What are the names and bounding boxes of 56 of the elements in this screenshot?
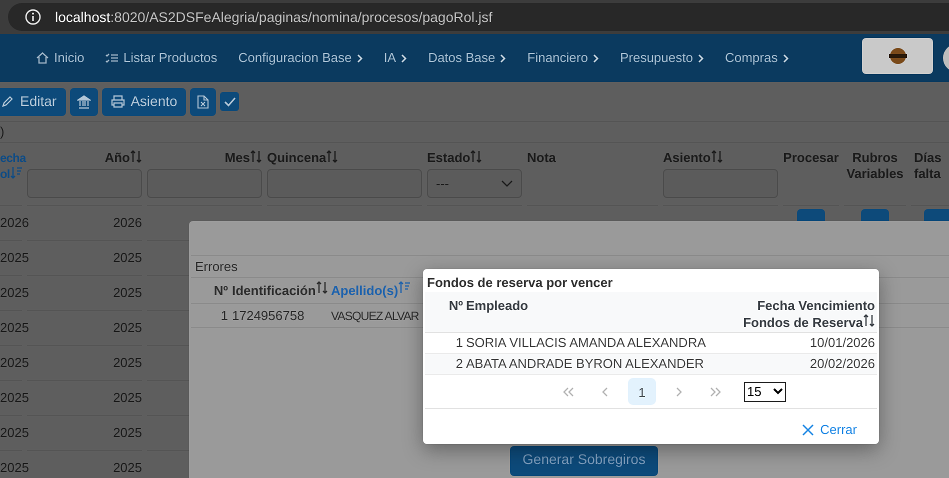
table-cell-text: 2025	[0, 389, 29, 408]
column-header[interactable]: Nota	[527, 150, 556, 166]
column-header[interactable]: Empleado	[466, 297, 686, 332]
table-cell-text: VASQUEZ ALVAR	[331, 308, 419, 324]
column-header[interactable]: Quincena	[267, 150, 338, 166]
table-cell-text: 1	[454, 334, 463, 352]
column-header[interactable]: Asiento	[663, 150, 723, 166]
column-header[interactable]: Estado	[427, 150, 482, 166]
close-button[interactable]: Cerrar	[800, 420, 859, 440]
toolbar-button[interactable]: Editar	[0, 88, 66, 116]
nav-link[interactable]: Compras	[724, 48, 789, 68]
table-cell-text: 2025	[113, 354, 142, 372]
column-header[interactable]: Fecha Vencimiento Fondos de Reserva	[689, 297, 875, 332]
table-cell-text: 2025	[0, 424, 29, 442]
page-button[interactable]: 1	[628, 378, 656, 405]
column-header[interactable]: Nº	[214, 280, 228, 300]
table-cell-text: 2	[454, 355, 463, 374]
column-header[interactable]: Rubros Variables	[846, 150, 904, 182]
column-header[interactable]: Procesar	[783, 150, 839, 166]
table-cell-text: 2026	[113, 214, 142, 232]
page-size-select[interactable]: 15	[744, 382, 786, 402]
table-cell-text: 2025	[113, 389, 142, 408]
column-header[interactable]: Identificación	[232, 280, 328, 300]
table-cell-text: 1724956758	[232, 306, 304, 325]
section-title: Errores	[195, 258, 238, 276]
table-cell-text: 2025	[0, 354, 29, 372]
table-cell-text: 20/02/2026	[808, 355, 875, 374]
nav-link[interactable]: Datos Base	[428, 48, 506, 68]
nav-link[interactable]: Financiero	[527, 48, 599, 68]
table-cell-text: 2025	[113, 459, 142, 478]
dialog-title: Fondos de reserva por vencer	[427, 274, 613, 292]
table-cell-text: 10/01/2026	[808, 334, 875, 352]
generate-button[interactable]: Generar Sobregiros	[510, 446, 658, 476]
table-cell-text: ABATA ANDRADE BYRON ALEXANDER	[466, 355, 705, 374]
toolbar-button[interactable]: Asiento	[102, 88, 186, 116]
table-cell-text: 2025	[0, 319, 29, 338]
column-header[interactable]: Mes	[224, 150, 262, 166]
nav-link[interactable]: Listar Productos	[105, 48, 218, 68]
table-cell-text: 2025	[0, 284, 29, 302]
nav-link[interactable]: Inicio	[36, 48, 84, 68]
nav-link[interactable]: IA	[384, 48, 408, 68]
table-cell-text: 2025	[113, 424, 142, 442]
nav-link[interactable]: Presupuesto	[620, 48, 704, 68]
table-cell-text: 2025	[113, 249, 142, 268]
table-cell-text: SORIA VILLACIS AMANDA ALEXANDRA	[466, 334, 707, 352]
table-cell-text: 2025	[0, 249, 29, 268]
column-header[interactable]: Año	[104, 150, 142, 166]
nav-link[interactable]: Configuracion Base	[238, 48, 363, 68]
table-cell-text: 2025	[0, 459, 29, 478]
column-header[interactable]: Nº	[425, 297, 463, 332]
table-cell-text: 2026	[0, 214, 29, 232]
table-cell-text: 2025	[113, 319, 142, 338]
table-cell-text: 1	[220, 306, 228, 325]
table-cell-text: 2025	[113, 284, 142, 302]
column-header[interactable]: Días falta	[914, 150, 942, 182]
section-label: )	[0, 123, 4, 142]
